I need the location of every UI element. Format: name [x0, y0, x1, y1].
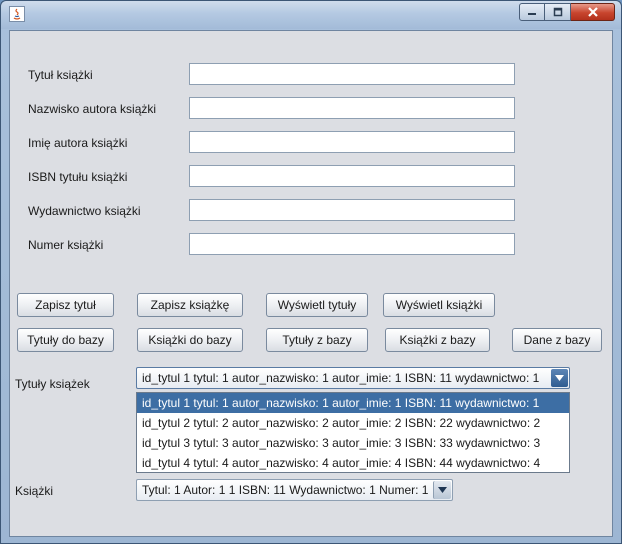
books-combo-arrow[interactable] — [433, 481, 451, 499]
books-from-db-button[interactable]: Książki z bazy — [385, 328, 490, 352]
java-app-icon[interactable] — [9, 6, 25, 22]
minimize-button[interactable] — [519, 3, 545, 21]
maximize-icon — [553, 7, 562, 17]
titles-from-db-button[interactable]: Tytuły z bazy — [266, 328, 368, 352]
isbn-field[interactable] — [189, 165, 515, 187]
app-window: Tytuł książki Nazwisko autora książki Im… — [0, 0, 622, 544]
book-number-label: Numer książki — [28, 238, 104, 252]
titles-to-db-button[interactable]: Tytuły do bazy — [17, 328, 114, 352]
data-from-db-button[interactable]: Dane z bazy — [512, 328, 602, 352]
titles-combo-label: Tytuły książek — [15, 377, 90, 391]
title-bar[interactable] — [1, 1, 621, 29]
books-to-db-button[interactable]: Książki do bazy — [137, 328, 243, 352]
author-surname-field[interactable] — [189, 97, 515, 119]
titles-combo-value: id_tytul 1 tytul: 1 autor_nazwisko: 1 au… — [142, 371, 540, 385]
show-books-button[interactable]: Wyświetl książki — [383, 293, 495, 317]
dropdown-option[interactable]: id_tytul 4 tytul: 4 autor_nazwisko: 4 au… — [137, 453, 569, 473]
books-combo-label: Książki — [15, 484, 54, 498]
show-titles-button[interactable]: Wyświetl tytuły — [266, 293, 368, 317]
chevron-down-icon — [438, 487, 447, 493]
content-panel: Tytuł książki Nazwisko autora książki Im… — [9, 30, 613, 537]
publisher-label: Wydawnictwo książki — [28, 204, 141, 218]
maximize-button[interactable] — [545, 3, 571, 21]
author-firstname-label: Imię autora książki — [28, 136, 128, 150]
title-label: Tytuł książki — [28, 68, 93, 82]
titles-dropdown-list: id_tytul 1 tytul: 1 autor_nazwisko: 1 au… — [136, 392, 570, 473]
title-field[interactable] — [189, 63, 515, 85]
close-icon — [587, 7, 598, 17]
books-combo-value: Tytul: 1 Autor: 1 1 ISBN: 11 Wydawnictwo… — [142, 483, 429, 497]
close-button[interactable] — [571, 3, 615, 21]
isbn-label: ISBN tytułu książki — [28, 170, 128, 184]
publisher-field[interactable] — [189, 199, 515, 221]
dropdown-option[interactable]: id_tytul 1 tytul: 1 autor_nazwisko: 1 au… — [137, 393, 569, 413]
dropdown-option[interactable]: id_tytul 2 tytul: 2 autor_nazwisko: 2 au… — [137, 413, 569, 433]
author-surname-label: Nazwisko autora książki — [28, 102, 157, 116]
chevron-down-icon — [555, 375, 564, 381]
save-title-button[interactable]: Zapisz tytuł — [17, 293, 114, 317]
window-controls — [519, 3, 615, 21]
titles-combo-arrow[interactable] — [551, 369, 568, 387]
save-book-button[interactable]: Zapisz książkę — [137, 293, 243, 317]
minimize-icon — [528, 13, 536, 15]
dropdown-option[interactable]: id_tytul 3 tytul: 3 autor_nazwisko: 3 au… — [137, 433, 569, 453]
book-number-field[interactable] — [189, 233, 515, 255]
books-combo[interactable]: Tytul: 1 Autor: 1 1 ISBN: 11 Wydawnictwo… — [136, 479, 453, 501]
author-firstname-field[interactable] — [189, 131, 515, 153]
titles-combo[interactable]: id_tytul 1 tytul: 1 autor_nazwisko: 1 au… — [136, 367, 570, 389]
